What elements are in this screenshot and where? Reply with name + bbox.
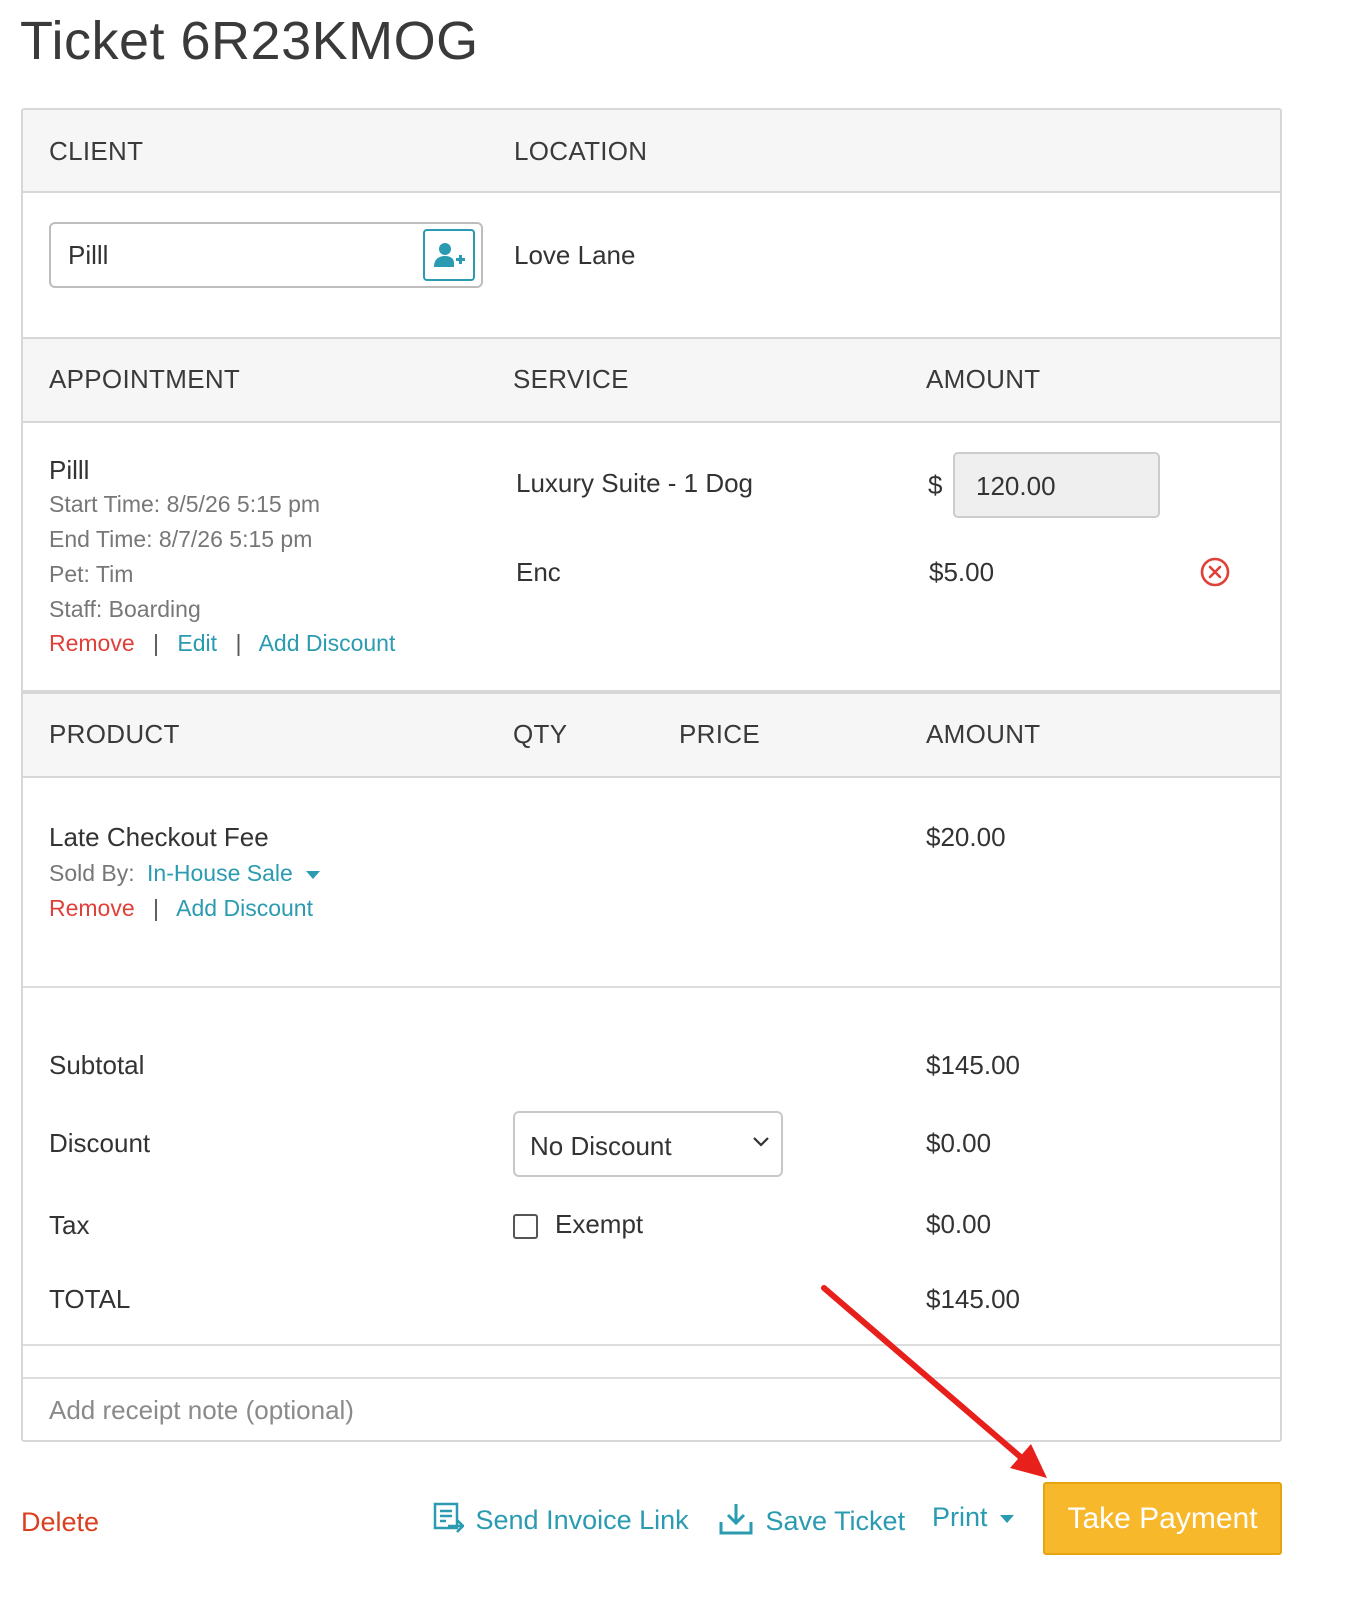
appointment-edit-link[interactable]: Edit — [177, 630, 217, 656]
subtotal-value: $145.00 — [926, 1050, 1020, 1080]
discount-label: Discount — [49, 1128, 151, 1158]
product-amount: $20.00 — [926, 822, 1006, 852]
service-amount-2: $5.00 — [929, 557, 995, 587]
receipt-divider — [23, 1344, 1280, 1346]
product-amount-col-header: AMOUNT — [926, 719, 1041, 749]
price-col-header: PRICE — [679, 719, 760, 749]
appointment-end-time: End Time: 8/7/26 5:15 pm — [49, 526, 313, 552]
subtotal-label: Subtotal — [49, 1050, 145, 1080]
client-value: Pilll — [68, 240, 109, 270]
print-label: Print — [932, 1502, 988, 1532]
amount-col-header: AMOUNT — [926, 364, 1041, 394]
service-amount-input[interactable]: 120.00 — [953, 452, 1160, 518]
delete-link[interactable]: Delete — [21, 1507, 99, 1538]
appointment-header: APPOINTMENT SERVICE AMOUNT — [23, 337, 1280, 423]
product-sold-by: Sold By: In-House Sale — [49, 860, 321, 887]
receipt-note-placeholder: Add receipt note (optional) — [49, 1395, 354, 1425]
appointment-add-discount-link[interactable]: Add Discount — [259, 630, 396, 656]
tax-exempt-checkbox[interactable] — [513, 1214, 538, 1239]
remove-circle-icon[interactable] — [1199, 556, 1231, 588]
page-title: Ticket 6R23KMOG — [20, 11, 479, 71]
product-col-header: PRODUCT — [49, 719, 180, 749]
service-col-header: SERVICE — [513, 364, 629, 394]
appointment-staff: Staff: Boarding — [49, 596, 201, 622]
caret-down-icon — [306, 870, 321, 879]
take-payment-label: Take Payment — [1067, 1501, 1258, 1535]
chevron-down-icon — [753, 1137, 769, 1147]
add-client-button[interactable] — [423, 229, 475, 281]
print-dropdown[interactable]: Print — [932, 1502, 1015, 1533]
send-invoice-link[interactable]: Send Invoice Link — [432, 1502, 689, 1536]
caret-down-icon — [1000, 1514, 1015, 1523]
discount-selected-value: No Discount — [530, 1131, 672, 1161]
qty-col-header: QTY — [513, 719, 568, 749]
location-value: Love Lane — [514, 240, 636, 270]
service-currency-symbol: $ — [928, 470, 943, 500]
separator: | — [153, 630, 160, 656]
service-name-2: Enc — [516, 557, 561, 587]
appointment-client-name: Pilll — [49, 455, 90, 485]
ticket-card: CLIENT LOCATION Pilll Love Lane APPOINTM… — [21, 108, 1282, 1442]
client-location-header: CLIENT LOCATION — [23, 110, 1280, 193]
appointment-actions: Remove | Edit | Add Discount — [49, 630, 395, 657]
total-label: TOTAL — [49, 1284, 131, 1314]
location-header: LOCATION — [514, 136, 648, 166]
download-icon — [719, 1504, 753, 1535]
tax-label: Tax — [49, 1210, 90, 1240]
receipt-note-input[interactable]: Add receipt note (optional) — [23, 1377, 1280, 1440]
appointment-col-header: APPOINTMENT — [49, 364, 241, 394]
product-add-discount-link[interactable]: Add Discount — [176, 895, 313, 921]
separator: | — [153, 895, 160, 921]
save-ticket-label: Save Ticket — [765, 1506, 906, 1536]
totals-divider — [23, 986, 1280, 988]
client-header: CLIENT — [49, 136, 144, 166]
product-name: Late Checkout Fee — [49, 822, 269, 852]
send-invoice-label: Send Invoice Link — [475, 1505, 689, 1535]
tax-value: $0.00 — [926, 1209, 992, 1239]
appointment-pet: Pet: Tim — [49, 561, 134, 587]
add-user-icon — [434, 243, 465, 267]
product-actions: Remove | Add Discount — [49, 895, 313, 922]
separator: | — [235, 630, 242, 656]
sold-by-label: Sold By: — [49, 860, 135, 886]
service-name-1: Luxury Suite - 1 Dog — [516, 468, 754, 498]
take-payment-button[interactable]: Take Payment — [1043, 1482, 1282, 1555]
discount-select[interactable]: No Discount — [513, 1111, 783, 1177]
invoice-icon — [433, 1502, 467, 1533]
appointment-start-time: Start Time: 8/5/26 5:15 pm — [49, 491, 321, 517]
tax-exempt-label: Exempt — [555, 1209, 644, 1239]
appointment-remove-link[interactable]: Remove — [49, 630, 135, 656]
client-field[interactable]: Pilll — [49, 222, 483, 288]
product-header: PRODUCT QTY PRICE AMOUNT — [23, 690, 1280, 778]
sold-by-dropdown[interactable]: In-House Sale — [147, 860, 321, 886]
total-value: $145.00 — [926, 1284, 1020, 1314]
save-ticket-link[interactable]: Save Ticket — [718, 1502, 905, 1537]
product-remove-link[interactable]: Remove — [49, 895, 135, 921]
discount-value: $0.00 — [926, 1128, 992, 1158]
service-amount-value: 120.00 — [976, 471, 1056, 501]
sold-by-value: In-House Sale — [147, 860, 293, 886]
